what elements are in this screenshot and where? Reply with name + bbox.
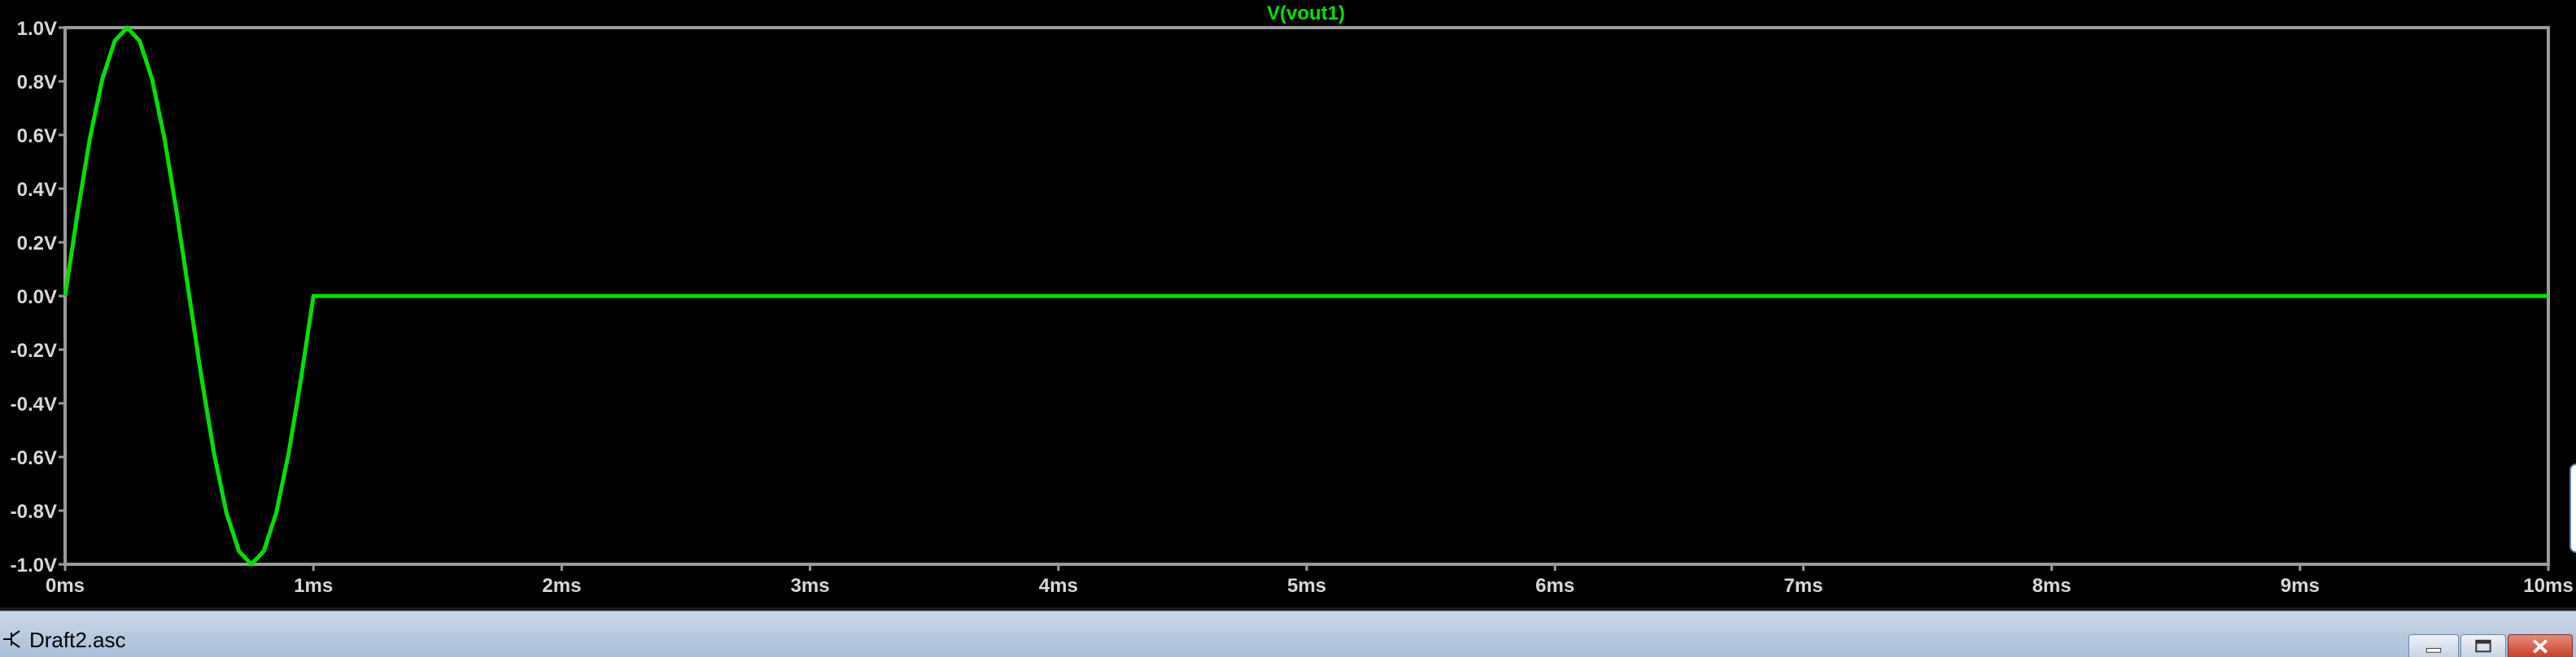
y-tick-label: -0.4V xyxy=(11,394,57,416)
maximize-icon xyxy=(2475,639,2491,653)
x-tick-label: 1ms xyxy=(294,575,333,597)
x-axis-ticks: 0ms 1ms 2ms 3ms 4ms 5ms 6ms 7ms 8ms 9ms 10ms xyxy=(46,564,2574,597)
x-tick-label: 4ms xyxy=(1039,575,1078,597)
close-button[interactable] xyxy=(2508,634,2573,657)
series-line-vout1 xyxy=(63,25,2548,567)
y-tick-label: 1.0V xyxy=(17,18,57,40)
document-title[interactable]: Draft2.asc xyxy=(29,628,126,652)
close-icon xyxy=(2532,639,2548,654)
waveform-plot-pane[interactable]: V(vout1) 1.0V 0.8V 0.6V 0.4V 0.2V 0.0V -0.2V -0… xyxy=(0,0,2576,607)
y-tick-label: -0.8V xyxy=(11,501,57,523)
x-tick-label: 5ms xyxy=(1287,575,1326,597)
maximize-button[interactable] xyxy=(2460,634,2506,657)
minimize-icon xyxy=(2425,647,2442,653)
scroll-handle[interactable] xyxy=(2569,463,2576,553)
y-tick-label: 0.0V xyxy=(17,286,57,308)
x-tick-label: 3ms xyxy=(791,575,830,597)
y-tick-label: 0.2V xyxy=(17,233,57,255)
y-tick-label: -0.6V xyxy=(11,447,57,469)
waveform-chart: V(vout1) 1.0V 0.8V 0.6V 0.4V 0.2V 0.0V -0.2V -0… xyxy=(11,2,2574,597)
x-tick-label: 10ms xyxy=(2523,575,2573,597)
y-tick-label: 0.6V xyxy=(17,125,57,147)
x-tick-label: 8ms xyxy=(2032,575,2072,597)
x-tick-label: 9ms xyxy=(2281,575,2320,597)
document-tab-bar: Draft2.asc xyxy=(0,611,2576,657)
minimize-button[interactable] xyxy=(2408,634,2459,657)
x-tick-label: 0ms xyxy=(46,575,85,597)
schematic-icon xyxy=(3,630,20,648)
y-tick-label: -0.2V xyxy=(11,340,57,362)
x-tick-label: 6ms xyxy=(1535,575,1574,597)
trace-title[interactable]: V(vout1) xyxy=(1267,2,1345,24)
x-tick-label: 2ms xyxy=(542,575,581,597)
y-tick-label: 0.4V xyxy=(17,179,57,201)
x-tick-label: 7ms xyxy=(1784,575,1823,597)
series-layer xyxy=(63,25,2548,567)
y-axis-ticks: 1.0V 0.8V 0.6V 0.4V 0.2V 0.0V -0.2V -0.4V -0.6V -… xyxy=(11,18,65,577)
y-tick-label: 0.8V xyxy=(17,72,57,94)
y-tick-label: -1.0V xyxy=(11,555,57,577)
